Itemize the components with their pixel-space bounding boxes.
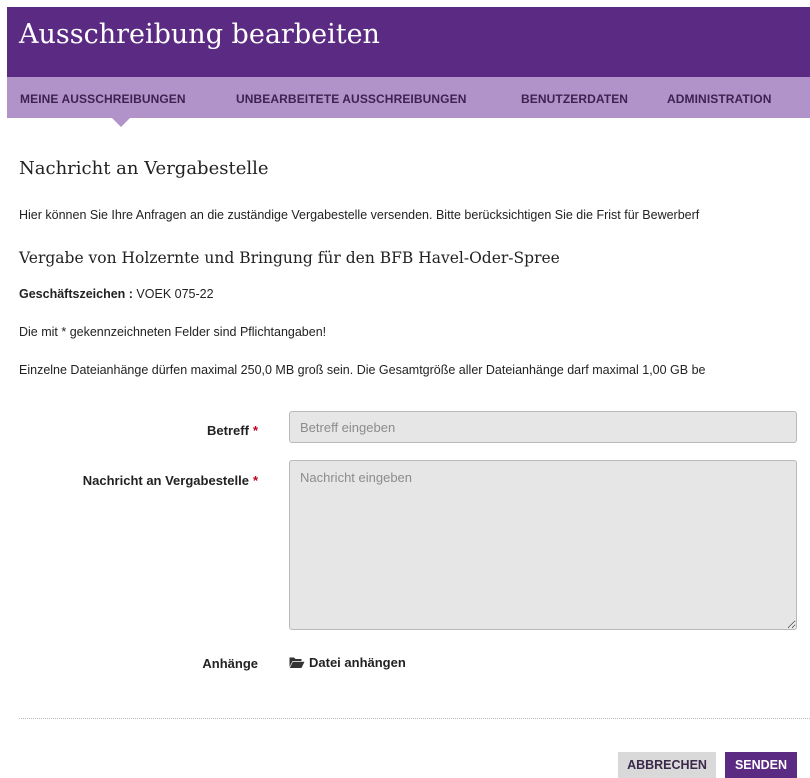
divider: [19, 718, 810, 719]
active-nav-indicator: [112, 118, 130, 127]
nav-item-meine-ausschreibungen[interactable]: MEINE AUSSCHREIBUNGEN: [20, 92, 186, 106]
required-fields-note: Die mit * gekennzeichneten Felder sind P…: [19, 325, 327, 339]
folder-open-icon: [289, 656, 305, 672]
attach-file-label: Datei anhängen: [309, 655, 406, 670]
subject-label: Betreff *: [207, 423, 258, 438]
nav-item-unbearbeitete-ausschreibungen[interactable]: UNBEARBEITETE AUSSCHREIBUNGEN: [236, 92, 466, 106]
send-button[interactable]: SENDEN: [725, 752, 797, 778]
nav-item-benutzerdaten[interactable]: BENUTZERDATEN: [521, 92, 628, 106]
message-label-text: Nachricht an Vergabestelle: [82, 473, 249, 488]
subject-input[interactable]: [289, 411, 797, 443]
tender-title: Vergabe von Holzernte und Bringung für d…: [19, 249, 560, 267]
reference-label: Geschäftszeichen :: [19, 287, 133, 301]
message-label: Nachricht an Vergabestelle *: [83, 473, 258, 488]
page-title: Ausschreibung bearbeiten: [19, 19, 380, 50]
cancel-button[interactable]: ABBRECHEN: [618, 752, 716, 778]
attachments-label: Anhänge: [202, 656, 258, 671]
reference-line: Geschäftszeichen : VOEK 075-22: [19, 287, 214, 301]
required-marker: *: [252, 423, 258, 438]
file-size-note: Einzelne Dateianhänge dürfen maximal 250…: [19, 363, 706, 377]
required-marker: *: [252, 473, 258, 488]
section-heading: Nachricht an Vergabestelle: [19, 158, 269, 179]
subject-label-text: Betreff: [207, 423, 249, 438]
main-nav: MEINE AUSSCHREIBUNGEN UNBEARBEITETE AUSS…: [7, 77, 810, 118]
reference-value: VOEK 075-22: [136, 287, 214, 301]
attach-file-link[interactable]: Datei anhängen: [289, 655, 406, 672]
nav-item-administration[interactable]: ADMINISTRATION: [667, 92, 772, 106]
message-textarea[interactable]: [289, 460, 797, 630]
intro-text: Hier können Sie Ihre Anfragen an die zus…: [19, 208, 700, 222]
app-header: Ausschreibung bearbeiten: [7, 7, 810, 77]
